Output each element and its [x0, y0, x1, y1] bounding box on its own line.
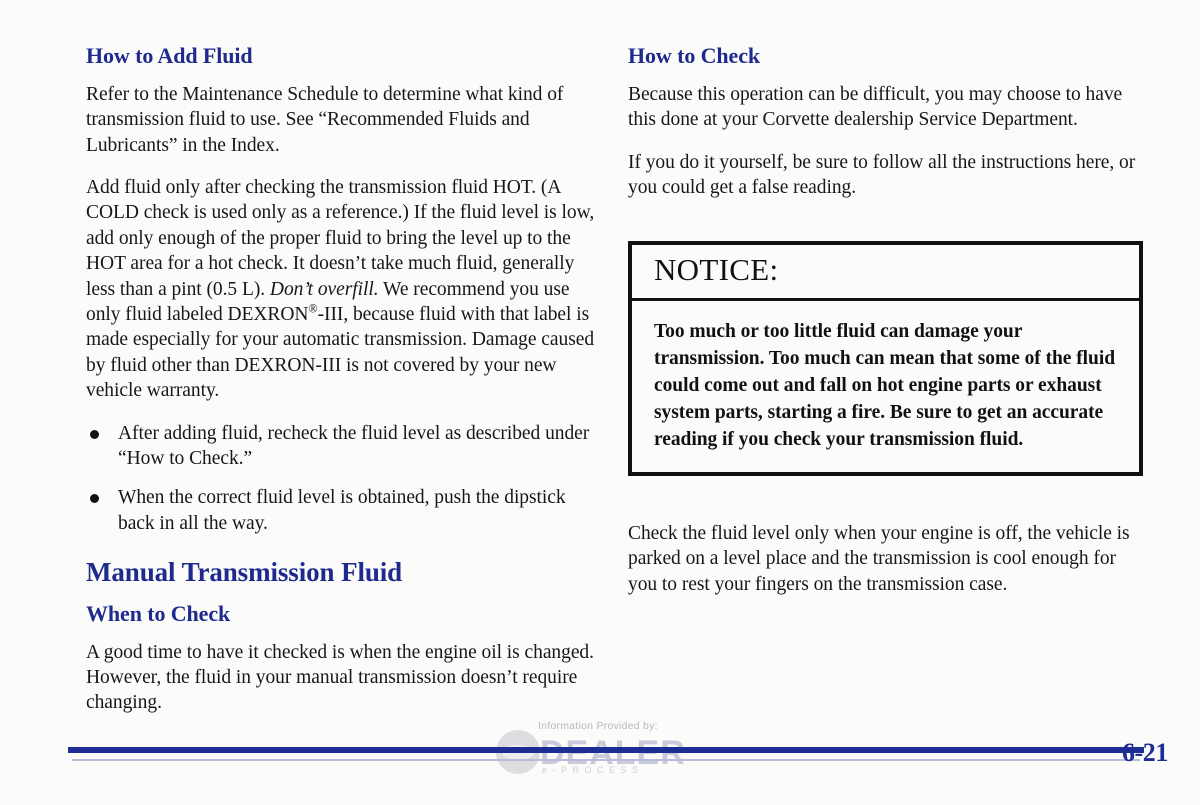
notice-box: NOTICE: Too much or too little fluid can… — [628, 241, 1143, 476]
heading-manual-transmission-fluid: Manual Transmission Fluid — [86, 557, 403, 588]
left-column: How to Add Fluid Refer to the Maintenanc… — [86, 44, 598, 716]
notice-header: NOTICE: — [632, 245, 1139, 301]
manual-page: How to Add Fluid Refer to the Maintenanc… — [0, 0, 1200, 805]
paragraph-refer-maintenance-schedule: Refer to the Maintenance Schedule to det… — [86, 83, 564, 156]
watermark-subbrand: e-PROCESS — [542, 765, 644, 775]
footer-rule-secondary — [72, 759, 1140, 761]
notice-title: NOTICE: — [654, 252, 779, 287]
add-fluid-bullet-list: After adding fluid, recheck the fluid le… — [86, 421, 598, 537]
bullet-icon — [90, 494, 99, 504]
list-item-label: When the correct fluid level is obtained… — [118, 487, 566, 534]
heading-when-to-check: When to Check — [86, 600, 231, 626]
paragraph-corvette-dealership: Because this operation can be difficult,… — [628, 83, 1123, 131]
list-item: After adding fluid, recheck the fluid le… — [86, 421, 598, 472]
notice-message: Too much or too little fluid can damage … — [654, 320, 1116, 450]
notice-body: Too much or too little fluid can damage … — [632, 301, 1139, 472]
right-column: How to Check Because this operation can … — [628, 44, 1148, 200]
paragraph-do-it-yourself: If you do it yourself, be sure to follow… — [628, 151, 1136, 198]
registered-trademark-icon: ® — [308, 301, 318, 316]
paragraph-check-conditions: Check the fluid level only when your eng… — [628, 523, 1130, 595]
paragraph-when-to-check: A good time to have it checked is when t… — [86, 641, 594, 714]
watermark-caption: Information Provided by: — [538, 720, 658, 732]
heading-how-to-check: How to Check — [628, 43, 761, 68]
list-item: When the correct fluid level is obtained… — [86, 485, 598, 536]
paragraph-dexron: Add fluid only after checking the transm… — [86, 175, 598, 404]
watermark-brand: DEALER — [540, 734, 686, 772]
dexron-emphasis: Don’t overfill. — [269, 278, 379, 300]
page-number: 6-21 — [1121, 738, 1168, 767]
footer-rule-primary — [68, 747, 1144, 753]
list-item-label: After adding fluid, recheck the fluid le… — [118, 422, 590, 470]
bullet-icon — [90, 429, 99, 439]
heading-how-to-add-fluid: How to Add Fluid — [86, 43, 253, 68]
post-notice-text-block: Check the fluid level only when your eng… — [628, 521, 1148, 597]
